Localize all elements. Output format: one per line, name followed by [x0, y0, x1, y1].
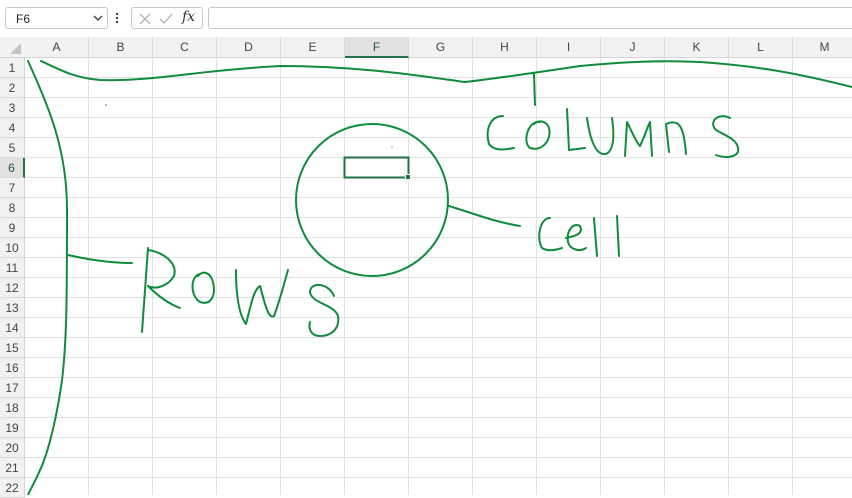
x-icon[interactable]	[137, 11, 153, 27]
fx-icon[interactable]: fx	[182, 9, 195, 25]
column-header-D[interactable]: D	[217, 37, 281, 58]
name-box[interactable]: F6	[5, 7, 108, 29]
row-header-9[interactable]: 9	[0, 218, 25, 238]
row-header-4[interactable]: 4	[0, 118, 25, 138]
row-header-13[interactable]: 13	[0, 298, 25, 318]
column-header-L[interactable]: L	[729, 37, 793, 58]
row-header-5[interactable]: 5	[0, 138, 25, 158]
row-header-11[interactable]: 11	[0, 258, 25, 278]
row-header-14[interactable]: 14	[0, 318, 25, 338]
formula-buttons: fx	[131, 7, 203, 29]
column-header-K[interactable]: K	[665, 37, 729, 58]
row-header-20[interactable]: 20	[0, 438, 25, 458]
select-all-button[interactable]	[0, 37, 25, 58]
column-header-A[interactable]: A	[25, 37, 89, 58]
row-header-21[interactable]: 21	[0, 458, 25, 478]
column-header-I[interactable]: I	[537, 37, 601, 58]
column-header-C[interactable]: C	[153, 37, 217, 58]
row-header-6[interactable]: 6	[0, 158, 25, 178]
row-header-19[interactable]: 19	[0, 418, 25, 438]
selected-cell	[343, 156, 410, 179]
row-header-7[interactable]: 7	[0, 178, 25, 198]
row-header-17[interactable]: 17	[0, 378, 25, 398]
column-header-B[interactable]: B	[89, 37, 153, 58]
row-header-3[interactable]: 3	[0, 98, 25, 118]
row-header-10[interactable]: 10	[0, 238, 25, 258]
cell-grid[interactable]	[25, 58, 852, 495]
column-header-G[interactable]: G	[409, 37, 473, 58]
column-header-M[interactable]: M	[793, 37, 852, 58]
column-header-E[interactable]: E	[281, 37, 345, 58]
row-header-22[interactable]: 22	[0, 478, 25, 498]
chevron-down-icon[interactable]	[92, 12, 104, 24]
column-header-H[interactable]: H	[473, 37, 537, 58]
more-options-icon[interactable]	[114, 10, 120, 26]
column-header-J[interactable]: J	[601, 37, 665, 58]
row-header-1[interactable]: 1	[0, 58, 25, 78]
formula-bar-area: F6 fx	[0, 0, 852, 37]
row-header-15[interactable]: 15	[0, 338, 25, 358]
formula-input[interactable]	[208, 7, 852, 29]
row-header-18[interactable]: 18	[0, 398, 25, 418]
row-header-2[interactable]: 2	[0, 78, 25, 98]
name-box-value: F6	[16, 12, 31, 26]
check-icon[interactable]	[158, 11, 174, 27]
column-header-F[interactable]: F	[345, 37, 409, 58]
row-header-8[interactable]: 8	[0, 198, 25, 218]
row-header-12[interactable]: 12	[0, 278, 25, 298]
row-header-16[interactable]: 16	[0, 358, 25, 378]
fill-handle	[405, 174, 411, 180]
